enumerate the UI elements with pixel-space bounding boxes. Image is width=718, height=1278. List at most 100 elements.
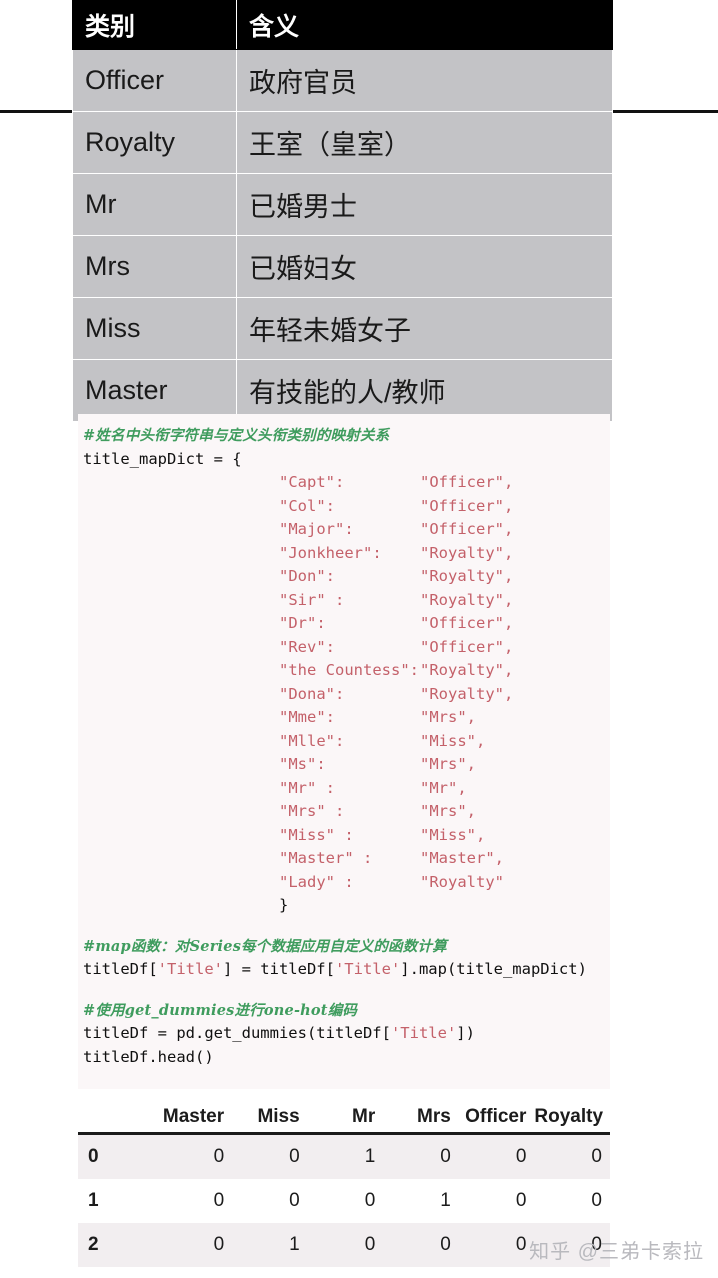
code-dict-value: "Mrs", bbox=[420, 755, 476, 773]
code-token: titleDf = pd.get_dummies(titleDf[ bbox=[83, 1024, 391, 1042]
code-dict-key: "Col": bbox=[279, 496, 335, 515]
code-dict-entry: "Master" : "Master", bbox=[83, 847, 610, 871]
code-dict-entry: "Jonkheer": "Royalty", bbox=[83, 542, 610, 566]
zhihu-watermark: 知乎 @三弟卡索拉 bbox=[529, 1241, 704, 1263]
dataframe-row-index: 1 bbox=[78, 1179, 157, 1223]
dataframe-cell: 0 bbox=[458, 1133, 535, 1179]
table-row: Royalty 王室（皇室） bbox=[72, 111, 613, 174]
dataframe-cell: 0 bbox=[232, 1133, 308, 1179]
code-dict-entry: "Ms": "Mrs", bbox=[83, 753, 610, 777]
code-line-map: titleDf['Title'] = titleDf['Title'].map(… bbox=[83, 958, 610, 982]
table-row: Master 有技能的人/教师 bbox=[72, 359, 613, 422]
code-line-get-dummies: titleDf = pd.get_dummies(titleDf['Title'… bbox=[83, 1022, 610, 1046]
code-dict-entry: "Mrs" : "Mrs", bbox=[83, 800, 610, 824]
code-string-title: 'Title' bbox=[157, 960, 223, 978]
code-token: titleDf[ bbox=[83, 960, 158, 978]
code-spacer bbox=[83, 982, 610, 999]
table-row: Officer 政府官员 bbox=[72, 49, 613, 112]
code-dict-key: "Master" : bbox=[279, 849, 373, 867]
code-dict-value: "Officer", bbox=[420, 520, 514, 538]
dataframe-row: 1 0 0 0 1 0 0 bbox=[78, 1179, 610, 1223]
dataframe-column-header: Mr bbox=[307, 1092, 384, 1135]
code-comment-map-function: #map函数：对Series每个数据应用自定义的函数计算 bbox=[83, 937, 447, 955]
cell-meaning: 已婚妇女 bbox=[236, 235, 613, 298]
code-dict-key: "Rev": bbox=[279, 637, 335, 656]
cell-meaning: 已婚男士 bbox=[236, 173, 613, 236]
code-spacer bbox=[83, 918, 610, 935]
code-dict-key: "Mlle": bbox=[279, 731, 345, 750]
code-dict-key: "Major": bbox=[279, 520, 354, 538]
code-dict-value: "Royalty", bbox=[420, 543, 514, 562]
code-comment-mapping: #姓名中头衔字符串与定义头衔类别的映射关系 bbox=[83, 427, 390, 444]
cell-category: Royalty bbox=[72, 111, 237, 174]
dataframe-cell: 1 bbox=[232, 1223, 308, 1267]
cell-category: Officer bbox=[72, 49, 237, 112]
dataframe-row: 0 0 0 1 0 0 0 bbox=[78, 1133, 610, 1179]
cell-category: Miss bbox=[72, 297, 237, 360]
code-token: ]) bbox=[456, 1024, 475, 1042]
code-dict-value: "Mrs", bbox=[420, 802, 476, 820]
table-row: Mrs 已婚妇女 bbox=[72, 235, 613, 298]
code-dict-key: "Sir" : bbox=[279, 590, 345, 609]
code-token: ].map(title_mapDict) bbox=[400, 960, 587, 978]
code-dict-value: "Officer", bbox=[420, 614, 514, 632]
code-dict-key: "Mrs" : bbox=[279, 802, 345, 820]
dataframe-column-header: Royalty bbox=[534, 1092, 610, 1135]
code-dict-entry: "Mme": "Mrs", bbox=[83, 706, 610, 730]
cell-category: Master bbox=[72, 359, 237, 422]
code-dict-value: "Master", bbox=[420, 849, 504, 867]
dataframe-cell: 1 bbox=[307, 1133, 384, 1179]
code-dict-entries: "Capt": "Officer", "Col": "Officer", "Major"… bbox=[83, 471, 610, 894]
cell-category: Mr bbox=[72, 173, 237, 236]
code-dict-value: "Royalty", bbox=[420, 684, 514, 703]
dataframe-column-header: Miss bbox=[232, 1092, 308, 1135]
code-dict-entry: "Sir" : "Royalty", bbox=[83, 589, 610, 613]
dataframe-cell: 0 bbox=[232, 1179, 308, 1223]
table-row: Miss 年轻未婚女子 bbox=[72, 297, 613, 360]
column-header-meaning: 含义 bbox=[236, 0, 613, 50]
cell-category: Mrs bbox=[72, 235, 237, 298]
code-dict-value: "Officer", bbox=[420, 496, 514, 515]
column-header-category: 类别 bbox=[72, 0, 237, 50]
dataframe-cell: 1 bbox=[383, 1179, 459, 1223]
code-dict-entry: "Dr": "Officer", bbox=[83, 612, 610, 636]
code-dict-value: "Royalty" bbox=[420, 872, 504, 891]
dataframe-column-header: Officer bbox=[458, 1092, 535, 1135]
code-dict-entry: "Major": "Officer", bbox=[83, 518, 610, 542]
code-dict-key: "Mme": bbox=[279, 708, 335, 726]
code-dict-entry: "Mlle": "Miss", bbox=[83, 730, 610, 754]
code-dict-entry: "Mr" : "Mr", bbox=[83, 777, 610, 801]
code-dict-entry: "Capt": "Officer", bbox=[83, 471, 610, 495]
dataframe-cell: 0 bbox=[458, 1179, 535, 1223]
code-string-title: 'Title' bbox=[334, 960, 401, 978]
code-dict-value: "Miss", bbox=[420, 731, 486, 750]
code-token: ] = titleDf[ bbox=[222, 960, 335, 978]
code-dict-entry: "Col": "Officer", bbox=[83, 495, 610, 519]
dataframe-cell: 0 bbox=[307, 1179, 384, 1223]
dataframe-cell: 0 bbox=[534, 1179, 610, 1223]
code-dict-key: "Dr": bbox=[279, 614, 326, 632]
code-dict-value: "Officer", bbox=[420, 473, 514, 491]
code-dict-key: "Jonkheer": bbox=[279, 543, 382, 562]
code-line-dict-declaration: title_mapDict = { bbox=[83, 449, 242, 468]
code-dict-entry: "Miss" : "Miss", bbox=[83, 824, 610, 848]
table-header-row: 类别 含义 bbox=[72, 0, 613, 50]
dataframe-column-header: Mrs bbox=[383, 1092, 459, 1135]
title-category-definition-table: 类别 含义 Officer 政府官员 Royalty 王室（皇室） Mr 已婚男… bbox=[72, 0, 613, 422]
code-string-title: 'Title' bbox=[390, 1024, 457, 1042]
dataframe-cell: 0 bbox=[156, 1133, 233, 1179]
code-dict-value: "Royalty", bbox=[420, 661, 514, 679]
cell-meaning: 政府官员 bbox=[236, 49, 613, 112]
code-dict-value: "Mrs", bbox=[420, 708, 476, 726]
dataframe-column-header: Master bbox=[156, 1092, 233, 1135]
code-dict-key: "Capt": bbox=[279, 473, 345, 491]
dataframe-cell: 0 bbox=[156, 1179, 233, 1223]
code-dict-key: "the Countess": bbox=[279, 661, 419, 679]
code-line-head: titleDf.head() bbox=[83, 1047, 214, 1066]
code-dict-value: "Royalty", bbox=[420, 590, 514, 609]
code-dict-key: "Don": bbox=[279, 567, 335, 585]
code-dict-value: "Royalty", bbox=[420, 567, 514, 585]
dataframe-header-row: Master Miss Mr Mrs Officer Royalty bbox=[78, 1092, 610, 1135]
dataframe-cell: 0 bbox=[307, 1223, 384, 1267]
code-dict-value: "Officer", bbox=[420, 637, 514, 656]
